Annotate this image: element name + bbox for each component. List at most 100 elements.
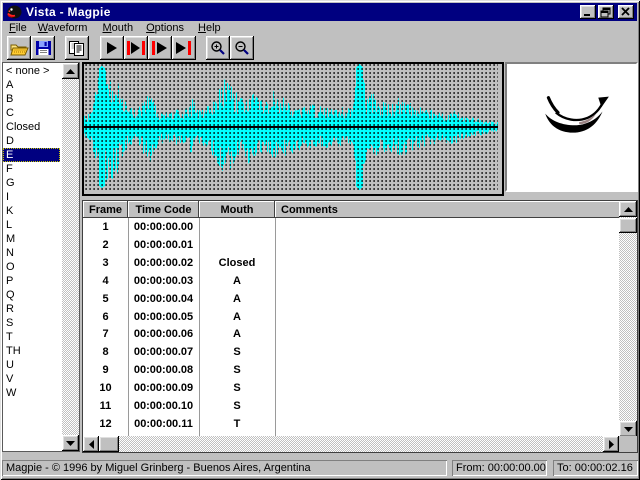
mouth-list-item-b[interactable]: B [3,92,60,106]
play-icon [104,41,120,55]
status-bar: Magpie - © 1996 by Miguel Grinberg - Bue… [2,458,638,478]
grid-body[interactable]: 100:00:00.00200:00:00.01300:00:00.02Clos… [83,218,619,437]
column-header-comments[interactable]: Comments [275,201,621,218]
grid-vertical-scrollbar[interactable] [619,201,637,437]
table-row[interactable]: 200:00:00.01 [83,236,619,254]
mouth-list-item-u[interactable]: U [3,358,60,372]
copy-icon [68,40,86,57]
menu-help[interactable]: Help [198,22,221,34]
cell-frame: 8 [83,343,128,361]
column-header-frame[interactable]: Frame [83,201,128,218]
mouth-list-item-l[interactable]: L [3,218,60,232]
table-row[interactable]: 300:00:00.02Closed [83,254,619,272]
cell-frame: 9 [83,361,128,379]
zoom-in-icon [210,40,226,56]
exposure-sheet: FrameTime CodeMouthComments 100:00:00.00… [82,200,638,453]
copy-button[interactable] [65,36,89,60]
grid-horizontal-scrollbar[interactable] [83,436,619,452]
close-button[interactable] [618,5,634,19]
scroll-up-button[interactable] [62,63,79,79]
arrow-up-icon [624,207,633,212]
mouth-list-item-g[interactable]: G [3,176,60,190]
horizontal-scroll-thumb[interactable] [99,436,119,452]
scroll-down-button[interactable] [619,421,637,437]
scrollbar-corner [619,436,637,452]
table-row[interactable]: 500:00:00.04A [83,290,619,308]
table-row[interactable]: 100:00:00.00 [83,218,619,236]
cell-frame: 5 [83,290,128,308]
mouth-list-item-o[interactable]: O [3,260,60,274]
cell-time-code: 00:00:00.07 [128,343,199,361]
mouth-list-item-p[interactable]: P [3,274,60,288]
menu-mouth[interactable]: Mouth [102,22,133,34]
menu-options[interactable]: Options [146,22,184,34]
table-row[interactable]: 700:00:00.06A [83,325,619,343]
cell-mouth: T [199,415,275,433]
open-button[interactable] [7,36,31,60]
mouth-list-item-t[interactable]: T [3,330,60,344]
waveform-panel[interactable] [82,62,504,196]
arrow-down-icon [624,427,633,432]
mouth-list-item-s[interactable]: S [3,316,60,330]
vertical-scroll-thumb[interactable] [619,218,637,233]
cell-mouth: S [199,379,275,397]
column-header-time-code[interactable]: Time Code [128,201,199,218]
zoom-out-icon [234,40,250,56]
mouth-list-item-closed[interactable]: Closed [3,120,60,134]
cell-comments [275,290,619,308]
table-row[interactable]: 1100:00:00.10S [83,397,619,415]
table-row[interactable]: 1200:00:00.11T [83,415,619,433]
menu-waveform[interactable]: Waveform [38,22,88,34]
play-range-button[interactable] [124,36,148,60]
mouth-list-item-c[interactable]: C [3,106,60,120]
title-bar[interactable]: Vista - Magpie [3,3,637,21]
menu-file[interactable]: File [9,22,27,34]
table-row[interactable]: 900:00:00.08S [83,361,619,379]
mouth-list-item-w[interactable]: W [3,386,60,400]
mouth-drawing-icon [541,96,611,146]
save-button[interactable] [31,36,55,60]
table-row[interactable]: 400:00:00.03A [83,272,619,290]
mouth-list-item-n[interactable]: N [3,246,60,260]
minimize-button[interactable] [580,5,596,19]
scroll-right-button[interactable] [603,436,619,452]
cell-mouth: A [199,308,275,326]
waveform-display[interactable] [84,64,498,190]
mouth-list-item-v[interactable]: V [3,372,60,386]
zoom-out-button[interactable] [230,36,254,60]
scroll-left-button[interactable] [83,436,99,452]
cell-mouth: S [199,361,275,379]
cell-frame: 2 [83,236,128,254]
table-row[interactable]: 800:00:00.07S [83,343,619,361]
mouth-list-item-r[interactable]: R [3,302,60,316]
mouth-list-item-k[interactable]: K [3,204,60,218]
mouth-list-item-i[interactable]: I [3,190,60,204]
mouth-list-item-q[interactable]: Q [3,288,60,302]
zoom-in-button[interactable] [206,36,230,60]
cell-mouth: A [199,325,275,343]
cell-mouth: A [199,272,275,290]
mouth-list-item-m[interactable]: M [3,232,60,246]
open-folder-icon [10,41,29,56]
mouth-list-scrollbar[interactable] [62,63,79,451]
arrow-left-icon [89,440,94,449]
play-from-marker-button[interactable] [148,36,172,60]
table-row[interactable]: 600:00:00.05A [83,308,619,326]
play-to-marker-button[interactable] [172,36,196,60]
restore-icon [598,5,614,19]
mouth-list-item-none[interactable]: < none > [3,64,60,78]
column-header-mouth[interactable]: Mouth [199,201,275,218]
scroll-up-button[interactable] [619,201,637,217]
play-button[interactable] [100,36,124,60]
play-range-icon [126,41,146,55]
mouth-list-item-d[interactable]: D [3,134,60,148]
table-row[interactable]: 1000:00:00.09S [83,379,619,397]
mouth-list-item-th[interactable]: TH [3,344,60,358]
mouth-list-item-f[interactable]: F [3,162,60,176]
mouth-list-item-e[interactable]: E [3,148,60,162]
restore-button[interactable] [598,5,614,19]
arrow-down-icon [66,441,75,446]
arrow-up-icon [66,69,75,74]
mouth-list-item-a[interactable]: A [3,78,60,92]
scroll-down-button[interactable] [62,435,79,451]
